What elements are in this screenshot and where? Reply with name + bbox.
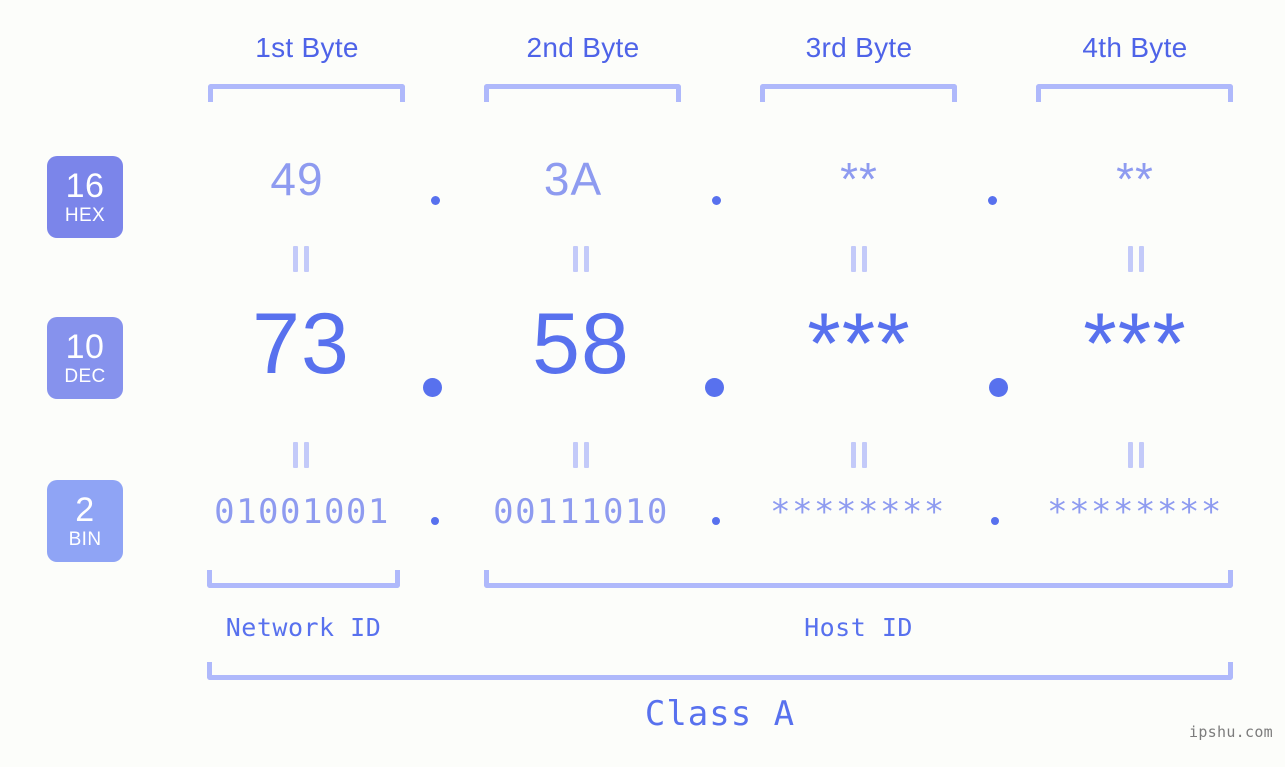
dec-byte-1: 73 — [252, 296, 350, 392]
host-id-bracket — [484, 570, 1233, 588]
hex-dot-3 — [988, 196, 997, 205]
base-badge-bin: 2 BIN — [47, 480, 123, 562]
bin-dot-1 — [431, 517, 439, 525]
site-watermark: ipshu.com — [1189, 723, 1273, 741]
equals-marker-dec-bin-2 — [568, 442, 594, 468]
dec-byte-2: 58 — [532, 296, 630, 392]
byte-bracket-1 — [208, 84, 405, 102]
equals-marker-dec-bin-4 — [1123, 442, 1149, 468]
base-badge-bin-number: 2 — [75, 491, 95, 529]
hex-byte-4: ** — [1116, 153, 1154, 205]
hex-dot-2 — [712, 196, 721, 205]
byte-header-4: 4th Byte — [1082, 32, 1188, 63]
bin-byte-1: 01001001 — [214, 492, 390, 532]
base-badge-hex-name: HEX — [64, 205, 106, 226]
class-label: Class A — [644, 694, 796, 734]
base-badge-bin-name: BIN — [68, 529, 102, 550]
ip-byte-diagram: 1st Byte 2nd Byte 3rd Byte 4th Byte 16 H… — [0, 0, 1285, 767]
hex-dot-1 — [431, 196, 440, 205]
byte-bracket-2 — [484, 84, 681, 102]
base-badge-dec: 10 DEC — [47, 317, 123, 399]
hex-byte-3: ** — [840, 153, 878, 205]
byte-header-3: 3rd Byte — [805, 32, 913, 63]
dec-dot-1 — [423, 378, 442, 397]
dec-byte-3: *** — [807, 296, 911, 392]
base-badge-hex: 16 HEX — [47, 156, 123, 238]
equals-marker-dec-bin-1 — [288, 442, 314, 468]
equals-marker-hex-dec-3 — [846, 246, 872, 272]
base-badge-hex-number: 16 — [65, 167, 105, 205]
bin-byte-2: 00111010 — [493, 492, 669, 532]
hex-byte-2: 3A — [543, 153, 603, 205]
base-badge-dec-name: DEC — [64, 366, 106, 387]
network-id-label: Network ID — [225, 613, 382, 642]
bin-dot-2 — [712, 517, 720, 525]
dec-byte-4: *** — [1083, 296, 1187, 392]
network-id-bracket — [207, 570, 400, 588]
bin-byte-3: ******** — [770, 492, 946, 532]
equals-marker-hex-dec-4 — [1123, 246, 1149, 272]
byte-header-1: 1st Byte — [255, 32, 359, 63]
base-badge-dec-number: 10 — [65, 328, 105, 366]
bin-byte-4: ******** — [1047, 492, 1223, 532]
equals-marker-hex-dec-1 — [288, 246, 314, 272]
bin-dot-3 — [991, 517, 999, 525]
class-bracket — [207, 662, 1233, 680]
host-id-label: Host ID — [804, 613, 913, 642]
dec-dot-3 — [989, 378, 1008, 397]
byte-bracket-3 — [760, 84, 957, 102]
equals-marker-dec-bin-3 — [846, 442, 872, 468]
equals-marker-hex-dec-2 — [568, 246, 594, 272]
dec-dot-2 — [705, 378, 724, 397]
byte-header-2: 2nd Byte — [526, 32, 640, 63]
hex-byte-1: 49 — [270, 153, 324, 205]
byte-bracket-4 — [1036, 84, 1233, 102]
